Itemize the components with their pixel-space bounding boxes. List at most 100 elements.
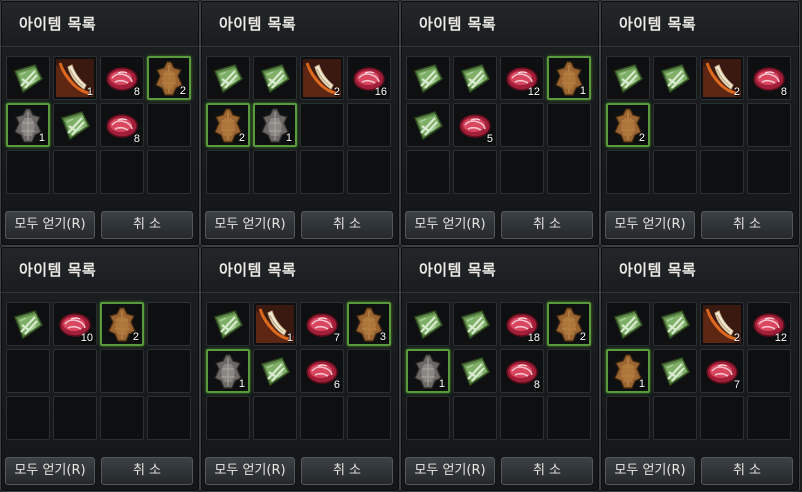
cancel-button[interactable]: 취 소	[301, 211, 393, 239]
item-slot[interactable]: 1	[253, 302, 297, 346]
cancel-button[interactable]: 취 소	[501, 457, 593, 485]
item-slot[interactable]	[406, 103, 450, 147]
item-count: 7	[733, 379, 740, 391]
get-all-button[interactable]: 모두 얻기(R)	[605, 457, 695, 485]
item-count: 1	[579, 85, 586, 97]
item-slot[interactable]	[406, 56, 450, 100]
item-slot[interactable]: 2	[700, 302, 744, 346]
item-slot[interactable]	[253, 56, 297, 100]
item-slot[interactable]: 8	[100, 56, 144, 100]
item-slot[interactable]: 6	[300, 349, 344, 393]
empty-slot	[406, 396, 450, 440]
item-slot[interactable]: 12	[747, 302, 791, 346]
loot-window: 아이템 목록 2 8 2 모두 얻기(R) 취 소	[600, 0, 800, 246]
get-all-button[interactable]: 모두 얻기(R)	[405, 211, 495, 239]
herb-bundle-icon	[256, 352, 294, 390]
item-slot[interactable]: 12	[500, 56, 544, 100]
title-divider	[601, 292, 799, 293]
item-slot[interactable]	[453, 56, 497, 100]
item-slot[interactable]: 2	[700, 56, 744, 100]
item-slot[interactable]	[206, 302, 250, 346]
empty-slot	[6, 150, 50, 194]
herb-bundle-icon	[456, 59, 494, 97]
item-slot[interactable]: 5	[453, 103, 497, 147]
herb-bundle-icon	[656, 305, 694, 343]
empty-slot	[700, 103, 744, 147]
item-slot[interactable]: 2	[206, 103, 250, 147]
item-slot[interactable]: 1	[53, 56, 97, 100]
loot-window-title: 아이템 목록	[419, 15, 497, 33]
item-slot[interactable]: 3	[347, 302, 391, 346]
item-slot[interactable]: 16	[347, 56, 391, 100]
item-count: 8	[533, 379, 540, 391]
item-slot[interactable]: 8	[500, 349, 544, 393]
empty-slot	[347, 349, 391, 393]
item-slot[interactable]: 2	[547, 302, 591, 346]
item-slot[interactable]	[606, 302, 650, 346]
item-slot[interactable]: 2	[606, 103, 650, 147]
empty-slot	[100, 150, 144, 194]
get-all-button[interactable]: 모두 얻기(R)	[5, 457, 95, 485]
item-slot[interactable]: 7	[700, 349, 744, 393]
item-slot[interactable]: 7	[300, 302, 344, 346]
item-slot[interactable]: 10	[53, 302, 97, 346]
item-slot[interactable]: 1	[206, 349, 250, 393]
empty-slot	[500, 103, 544, 147]
item-slot[interactable]	[653, 349, 697, 393]
item-slot[interactable]	[406, 302, 450, 346]
item-slot[interactable]	[653, 302, 697, 346]
item-slot[interactable]: 2	[300, 56, 344, 100]
item-slot[interactable]	[53, 103, 97, 147]
item-slot[interactable]: 1	[547, 56, 591, 100]
get-all-button[interactable]: 모두 얻기(R)	[205, 457, 295, 485]
item-slot[interactable]	[606, 56, 650, 100]
cancel-button[interactable]: 취 소	[501, 211, 593, 239]
item-slot[interactable]: 2	[100, 302, 144, 346]
cancel-button[interactable]: 취 소	[101, 211, 193, 239]
item-slot[interactable]: 8	[100, 103, 144, 147]
item-slot[interactable]: 8	[747, 56, 791, 100]
herb-bundle-icon	[456, 352, 494, 390]
item-slot[interactable]	[6, 302, 50, 346]
loot-window-title: 아이템 목록	[619, 261, 697, 279]
item-slot[interactable]: 1	[606, 349, 650, 393]
get-all-button[interactable]: 모두 얻기(R)	[405, 457, 495, 485]
loot-window: 아이템 목록 1 8 2 1 8 모두 얻기(R) 취 소	[0, 0, 200, 246]
item-slot[interactable]: 2	[147, 56, 191, 100]
loot-window: 아이템 목록 12 1 5 모두 얻기(R) 취 소	[400, 0, 600, 246]
item-slot[interactable]	[206, 56, 250, 100]
item-slot[interactable]	[253, 349, 297, 393]
loot-window: 아이템 목록 2 16 2 1 모두 얻기(R) 취 소	[200, 0, 400, 246]
get-all-button[interactable]: 모두 얻기(R)	[5, 211, 95, 239]
cancel-button[interactable]: 취 소	[301, 457, 393, 485]
item-slot-grid: 2 16 2 1	[206, 56, 391, 194]
item-slot[interactable]: 1	[406, 349, 450, 393]
item-slot[interactable]	[6, 56, 50, 100]
empty-slot	[747, 103, 791, 147]
empty-slot	[300, 150, 344, 194]
herb-bundle-icon	[9, 305, 47, 343]
item-slot[interactable]	[653, 56, 697, 100]
item-slot[interactable]	[453, 349, 497, 393]
herb-bundle-icon	[609, 59, 647, 97]
item-count: 18	[527, 332, 540, 344]
get-all-button[interactable]: 모두 얻기(R)	[605, 211, 695, 239]
item-slot[interactable]: 1	[253, 103, 297, 147]
get-all-button[interactable]: 모두 얻기(R)	[205, 211, 295, 239]
item-slot[interactable]: 18	[500, 302, 544, 346]
empty-slot	[347, 103, 391, 147]
cancel-button[interactable]: 취 소	[701, 457, 793, 485]
item-slot[interactable]	[453, 302, 497, 346]
title-divider	[201, 292, 399, 293]
empty-slot	[6, 349, 50, 393]
empty-slot	[347, 150, 391, 194]
herb-bundle-icon	[409, 106, 447, 144]
item-count: 1	[286, 332, 293, 344]
cancel-button[interactable]: 취 소	[701, 211, 793, 239]
item-slot[interactable]: 1	[6, 103, 50, 147]
cancel-button[interactable]: 취 소	[101, 457, 193, 485]
herb-bundle-icon	[656, 352, 694, 390]
item-count: 12	[774, 332, 787, 344]
item-count: 10	[80, 332, 93, 344]
loot-window-title: 아이템 목록	[219, 15, 297, 33]
